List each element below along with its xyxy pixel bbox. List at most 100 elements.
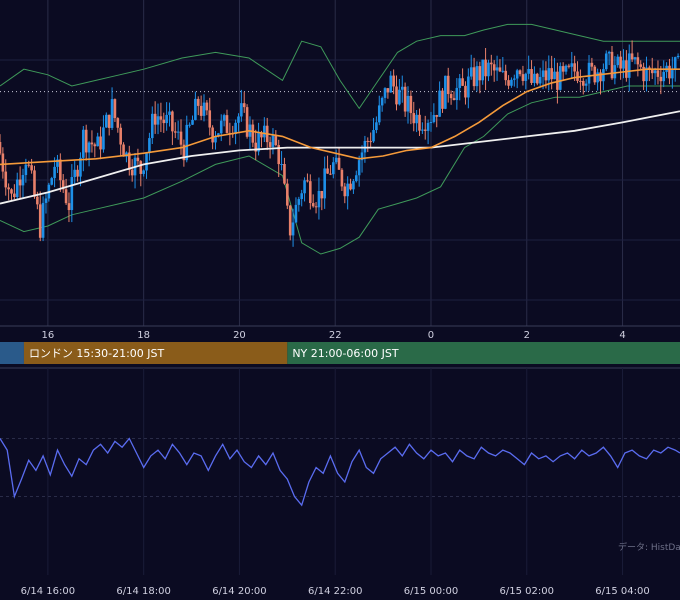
candle-body <box>139 161 143 174</box>
candle-body <box>237 116 240 123</box>
candle-body <box>518 70 522 75</box>
candle-body <box>194 98 197 120</box>
candle-body <box>70 177 74 211</box>
candle-body <box>76 169 79 177</box>
candle-body <box>297 199 301 205</box>
candle-body <box>607 51 611 54</box>
candle-body <box>67 203 71 211</box>
candle-body <box>610 51 614 79</box>
price-tick-label: 16 <box>42 330 55 341</box>
candle-body <box>245 107 249 137</box>
candle-body <box>573 63 576 72</box>
candle-body <box>357 160 361 176</box>
osc-tick-label: 6/14 20:00 <box>212 586 266 597</box>
candle-body <box>369 141 372 143</box>
candle-body <box>467 76 470 98</box>
candle-body <box>515 70 519 79</box>
candle-body <box>558 66 562 90</box>
candle-body <box>372 130 375 142</box>
candle-body <box>107 114 111 128</box>
candle-body <box>625 60 628 78</box>
candle-body <box>406 95 410 112</box>
osc-tick-label: 6/14 22:00 <box>308 586 362 597</box>
candle-body <box>627 53 631 78</box>
candle-body <box>291 222 295 236</box>
candle-body <box>24 164 28 176</box>
candle-body <box>346 183 349 197</box>
candle-body <box>153 113 157 125</box>
session-label: NY 21:00-06:00 JST <box>292 347 399 360</box>
candle-body <box>303 180 306 194</box>
candle-body <box>550 68 553 80</box>
candle-body <box>455 87 459 101</box>
candle-body <box>50 178 54 185</box>
candle-body <box>79 157 82 177</box>
candle-body <box>426 122 430 131</box>
candle-body <box>352 181 355 190</box>
candle-body <box>429 122 433 124</box>
candle-body <box>570 63 574 67</box>
candle-body <box>150 113 154 139</box>
candle-body <box>639 64 643 67</box>
attribution-label: データ: HistData <box>618 541 680 553</box>
candle-body <box>662 71 666 82</box>
candle-body <box>363 140 367 153</box>
candle-body <box>0 142 2 154</box>
candle-body <box>590 62 594 67</box>
candle-body <box>251 124 255 143</box>
candle-body <box>87 142 91 153</box>
candle-body <box>105 114 108 128</box>
candle-body <box>581 80 585 86</box>
price-tick-label: 4 <box>619 330 625 341</box>
candle-body <box>274 135 278 146</box>
candle-body <box>576 71 579 81</box>
candle-body <box>36 196 39 205</box>
candle-body <box>199 105 203 116</box>
candle-body <box>501 70 505 72</box>
candle-body <box>444 75 447 109</box>
candle-body <box>15 179 19 198</box>
candle-body <box>93 144 97 147</box>
candle-body <box>380 97 384 106</box>
candle-body <box>326 168 329 174</box>
candle-body <box>478 66 482 81</box>
candle-body <box>602 69 605 82</box>
candle-body <box>383 88 387 98</box>
candle-body <box>613 65 617 79</box>
candle-body <box>38 204 42 238</box>
candle-body <box>286 183 289 206</box>
candle-body <box>21 175 25 186</box>
candle-body <box>18 179 22 186</box>
candle-body <box>188 124 191 126</box>
session-block <box>0 342 24 364</box>
candle-body <box>343 186 347 197</box>
candle-body <box>173 131 177 133</box>
candle-body <box>653 70 657 74</box>
candle-body <box>510 79 513 86</box>
candle-body <box>119 127 122 145</box>
candle-body <box>441 90 444 109</box>
candle-body <box>165 114 168 124</box>
candle-body <box>481 59 485 81</box>
candle-body <box>492 64 496 71</box>
candle-body <box>168 111 171 115</box>
candle-body <box>263 125 266 138</box>
candle-body <box>449 94 453 99</box>
candle-body <box>507 80 510 86</box>
candle-body <box>162 119 166 124</box>
candle-body <box>171 111 174 132</box>
candle-body <box>403 86 407 112</box>
candle-body <box>283 164 286 184</box>
candle-body <box>4 171 8 188</box>
candle-body <box>469 67 473 77</box>
candle-body <box>53 166 56 179</box>
candle-body <box>44 198 48 203</box>
candle-body <box>553 71 556 80</box>
candle-body <box>524 73 528 81</box>
candle-body <box>567 65 571 67</box>
candle-body <box>636 57 640 65</box>
candle-body <box>116 118 120 128</box>
candle-body <box>533 73 536 83</box>
candle-body <box>472 67 476 87</box>
candle-body <box>176 131 180 133</box>
